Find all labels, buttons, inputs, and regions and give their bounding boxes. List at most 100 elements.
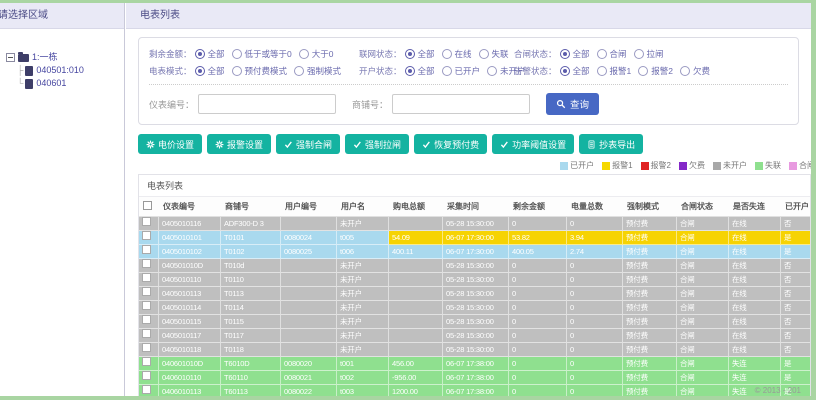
toolbar-button[interactable]: 恢复预付费 — [414, 134, 488, 154]
radio-icon[interactable] — [404, 65, 415, 76]
row-checkbox[interactable] — [142, 315, 151, 324]
table-row: 0405010102 T0102 0080025 t006 400.11 06-07 17… — [139, 245, 810, 259]
radio-group: 告警状态： 全部 报警1 报警2 欠费 — [514, 65, 788, 77]
row-checkbox[interactable] — [142, 273, 151, 282]
table-row: 0405010116 ADF300-D 3 未开户 05-28 15:30:00 0 0 预… — [139, 217, 810, 231]
region-sidebar-title-text: 请选择区域 — [0, 10, 48, 21]
radio-icon[interactable] — [487, 65, 498, 76]
table-cell: 失连 — [729, 371, 781, 385]
table-cell: 0 — [567, 301, 623, 315]
radio-option[interactable]: 全部 — [194, 48, 225, 60]
query-button[interactable]: 查询 — [546, 93, 600, 115]
table-cell: 合闸 — [677, 245, 729, 259]
radio-label: 全部 — [207, 65, 225, 76]
meter-no-input[interactable] — [198, 94, 337, 114]
radio-icon[interactable] — [441, 65, 452, 76]
radio-option[interactable]: 在线 — [441, 48, 472, 60]
radio-icon[interactable] — [231, 65, 242, 76]
radio-option[interactable]: 大于0 — [298, 48, 334, 60]
legend-item: 合闸 — [789, 160, 815, 171]
table-cell: 2.74 — [567, 245, 623, 259]
radio-option[interactable]: 全部 — [194, 65, 225, 77]
toolbar-button[interactable]: 电价设置 — [138, 134, 203, 154]
toolbar-button[interactable]: 功率阈值设置 — [492, 134, 575, 154]
radio-option[interactable]: 全部 — [559, 65, 590, 77]
row-checkbox[interactable] — [142, 329, 151, 338]
radio-icon[interactable] — [633, 48, 644, 59]
select-all-cell — [139, 197, 159, 217]
tree-root-label: 1:一栋 — [32, 52, 58, 62]
row-checkbox[interactable] — [142, 259, 151, 268]
column-header: 用户名 — [337, 197, 389, 217]
radio-option[interactable]: 强制模式 — [294, 65, 341, 77]
radio-icon[interactable] — [638, 65, 649, 76]
tree-collapse-icon[interactable] — [6, 53, 15, 62]
radio-icon[interactable] — [559, 48, 570, 59]
row-checkbox[interactable] — [142, 343, 151, 352]
meter-list-title-bar: 电表列表 — [126, 3, 811, 29]
row-checkbox[interactable] — [142, 245, 151, 254]
tree-node[interactable]: └ 040601 — [17, 77, 122, 90]
radio-icon[interactable] — [404, 48, 415, 59]
radio-option[interactable]: 报警1 — [596, 65, 631, 77]
radio-option[interactable]: 全部 — [559, 48, 590, 60]
table-cell: T0115 — [221, 315, 281, 329]
radio-option[interactable]: 拉闸 — [633, 48, 664, 60]
radio-option[interactable]: 低于或等于0 — [231, 48, 292, 60]
radio-option[interactable]: 全部 — [404, 48, 435, 60]
table-cell: 0080022 — [281, 385, 337, 396]
table-row: 0405010115 T0115 未开户 05-28 15:30:00 0 0 预付费 合闸在… — [139, 315, 810, 329]
radio-icon[interactable] — [680, 65, 690, 76]
legend-label: 报警1 — [612, 161, 633, 170]
column-header: 剩余金额 — [509, 197, 567, 217]
row-checkbox-cell — [139, 273, 159, 287]
radio-icon[interactable] — [441, 48, 452, 59]
table-cell: 预付费 — [623, 231, 677, 245]
table-cell — [281, 217, 337, 231]
legend-swatch — [560, 161, 569, 170]
row-checkbox[interactable] — [142, 217, 151, 226]
row-checkbox[interactable] — [142, 301, 151, 310]
toolbar-button[interactable]: 强制合闸 — [276, 134, 341, 154]
tree-node[interactable]: ├ 040501:010 — [17, 64, 122, 77]
row-checkbox[interactable] — [142, 371, 151, 380]
legend-label: 合闸 — [799, 161, 815, 170]
row-checkbox[interactable] — [142, 287, 151, 296]
radio-icon[interactable] — [294, 65, 305, 76]
filter-group-label: 告警状态： — [514, 65, 557, 76]
radio-icon[interactable] — [596, 48, 607, 59]
radio-icon[interactable] — [478, 48, 489, 59]
legend-swatch — [713, 161, 721, 170]
radio-option[interactable]: 已开户 — [441, 65, 480, 77]
radio-icon[interactable] — [298, 48, 309, 59]
radio-label: 合闸 — [609, 48, 627, 59]
shop-no-input[interactable] — [392, 94, 531, 114]
table-cell: 是 — [781, 231, 810, 245]
radio-icon[interactable] — [559, 65, 570, 76]
radio-option[interactable]: 预付费模式 — [231, 65, 287, 77]
app-window: 请选择区域 1:一栋 ├ 040501:010 └ 040601 电表列表 剩余金额：… — [0, 0, 816, 400]
toolbar-button[interactable]: 强制拉闸 — [345, 134, 410, 154]
radio-option[interactable]: 失联 — [478, 48, 509, 60]
select-all-checkbox[interactable] — [143, 201, 152, 210]
radio-option[interactable]: 报警2 — [638, 65, 673, 77]
table-cell: 0080021 — [281, 371, 337, 385]
radio-icon[interactable] — [194, 65, 205, 76]
radio-option[interactable]: 欠费 — [680, 65, 710, 77]
radio-icon[interactable] — [194, 48, 205, 59]
table-cell: t002 — [337, 371, 389, 385]
row-checkbox[interactable] — [142, 231, 151, 240]
radio-option[interactable]: 全部 — [404, 65, 435, 77]
toolbar-button[interactable]: 抄表导出 — [579, 134, 644, 154]
legend-label: 失联 — [765, 161, 781, 170]
radio-icon[interactable] — [231, 48, 242, 59]
row-checkbox[interactable] — [142, 385, 151, 394]
radio-icon[interactable] — [596, 65, 607, 76]
toolbar-button[interactable]: 报警设置 — [207, 134, 272, 154]
table-cell: T0102 — [221, 245, 281, 259]
radio-label: 全部 — [207, 48, 225, 59]
tree-root[interactable]: 1:一栋 — [6, 51, 122, 64]
radio-option[interactable]: 合闸 — [596, 48, 627, 60]
row-checkbox[interactable] — [142, 357, 151, 366]
table-cell — [281, 259, 337, 273]
